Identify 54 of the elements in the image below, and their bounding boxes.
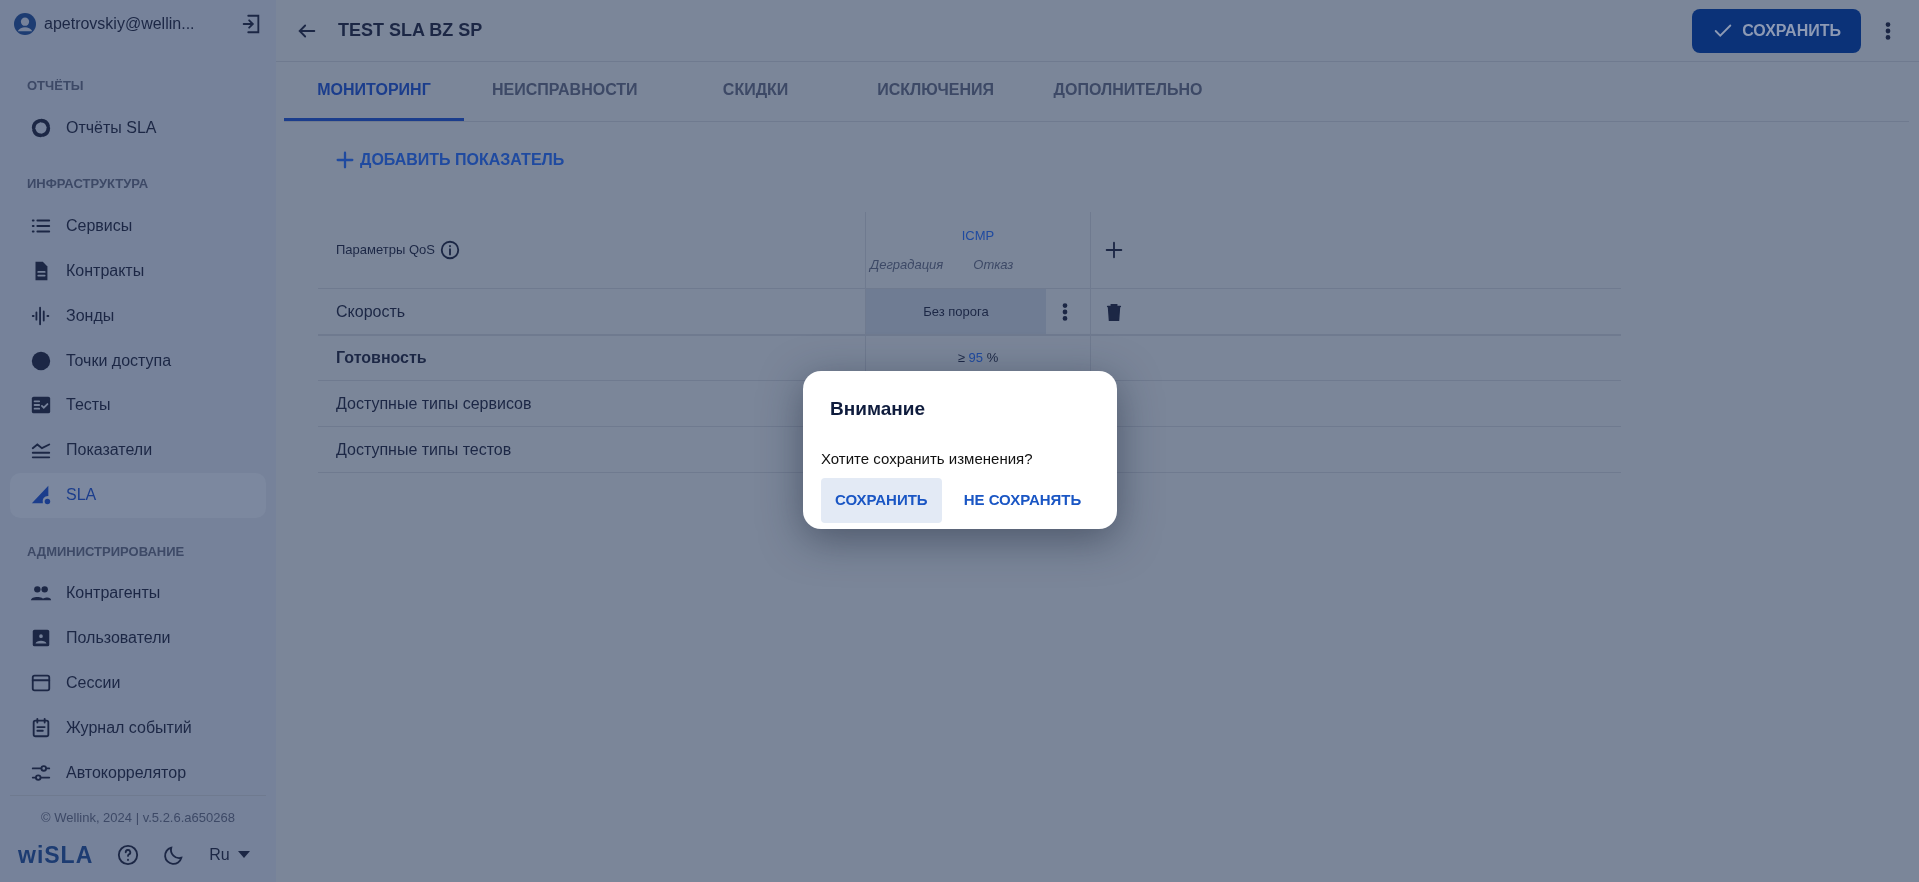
section-heading: АДМИНИСТРИРОВАНИЕ	[26, 542, 186, 561]
dialog-button[interactable]: НЕ СОХРАНЯТЬ	[949, 478, 1096, 523]
column-group-heading: ICMP	[961, 226, 995, 245]
row-label: Скорость	[336, 301, 406, 322]
row-label: Готовность	[336, 348, 427, 368]
dialog-button[interactable]: СОХРАНИТЬ	[821, 478, 942, 523]
section-heading: ОТЧЁТЫ	[26, 77, 85, 95]
ring-icon	[30, 116, 52, 139]
triangle-gear-icon	[30, 484, 52, 507]
save-button[interactable]: СОХРАНИТЬ	[1692, 8, 1861, 53]
sidebar-item[interactable]: Контрагенты	[10, 571, 266, 616]
bars-icon	[30, 304, 52, 327]
sidebar-item[interactable]: Пользователи	[10, 615, 266, 661]
circle-icon	[30, 349, 52, 372]
sidebar-item[interactable]: Отчёты SLA	[10, 105, 266, 151]
sidebar-item[interactable]: Точки доступа	[10, 338, 266, 384]
logo: wiSLA	[18, 840, 94, 870]
sidebar-item[interactable]: Контракты	[10, 248, 266, 294]
page-title: TEST SLA BZ SP	[338, 19, 484, 42]
avatar-icon	[14, 13, 36, 35]
sidebar-item[interactable]: Журнал событий	[10, 705, 266, 751]
tab[interactable]: МОНИТОРИНГ	[284, 62, 464, 121]
calendar-icon	[30, 716, 52, 739]
dialog-title: Внимание	[830, 397, 926, 421]
add-metric-button[interactable]: ДОБАВИТЬ ПОКАЗАТЕЛЬ	[334, 148, 565, 172]
plus-icon	[334, 149, 356, 171]
tab[interactable]: СКИДКИ	[665, 62, 846, 121]
dialog-message: Хотите сохранить изменения?	[821, 448, 1034, 469]
row-label: Доступные типы тестов	[336, 439, 512, 460]
language-select[interactable]: Ru	[209, 842, 250, 867]
copyright-text: © Wellink, 2024 | v.5.2.6.a650268	[40, 809, 236, 828]
column-heading: Параметры QoS	[336, 241, 435, 260]
sidebar-item[interactable]: Сессии	[10, 660, 266, 706]
user-email: apetrovskiy@wellin...	[44, 14, 196, 34]
percent-value: ≥ 95 %	[956, 349, 1000, 368]
sidebar-item[interactable]: SLA	[10, 472, 266, 518]
section-heading: ИНФРАСТРУКТУРА	[26, 175, 150, 194]
help-icon[interactable]	[117, 843, 140, 866]
info-icon	[438, 239, 461, 261]
subcolumn-heading: Отказ	[973, 256, 1014, 274]
sidebar-item[interactable]: Автокоррелятор	[10, 750, 266, 796]
tab[interactable]: НЕИСПРАВНОСТИ	[464, 62, 666, 121]
threshold-cell[interactable]: Без порога	[866, 289, 1046, 334]
tab[interactable]: ДОПОЛНИТЕЛЬНО	[1025, 62, 1231, 121]
logout-icon[interactable]	[240, 13, 262, 35]
plus-icon[interactable]	[1103, 239, 1125, 261]
sidebar-item[interactable]: Зонды	[10, 293, 266, 339]
sidebar-item[interactable]: Показатели	[10, 427, 266, 473]
row-label: Доступные типы сервисов	[336, 393, 532, 414]
subcolumn-heading: Деградация	[870, 256, 944, 274]
sidebar-item[interactable]: Тесты	[10, 383, 266, 428]
caret-icon	[237, 851, 250, 859]
tab[interactable]: ИСКЛЮЧЕНИЯ	[845, 62, 1026, 121]
sidebar-item[interactable]: Сервисы	[10, 203, 266, 249]
